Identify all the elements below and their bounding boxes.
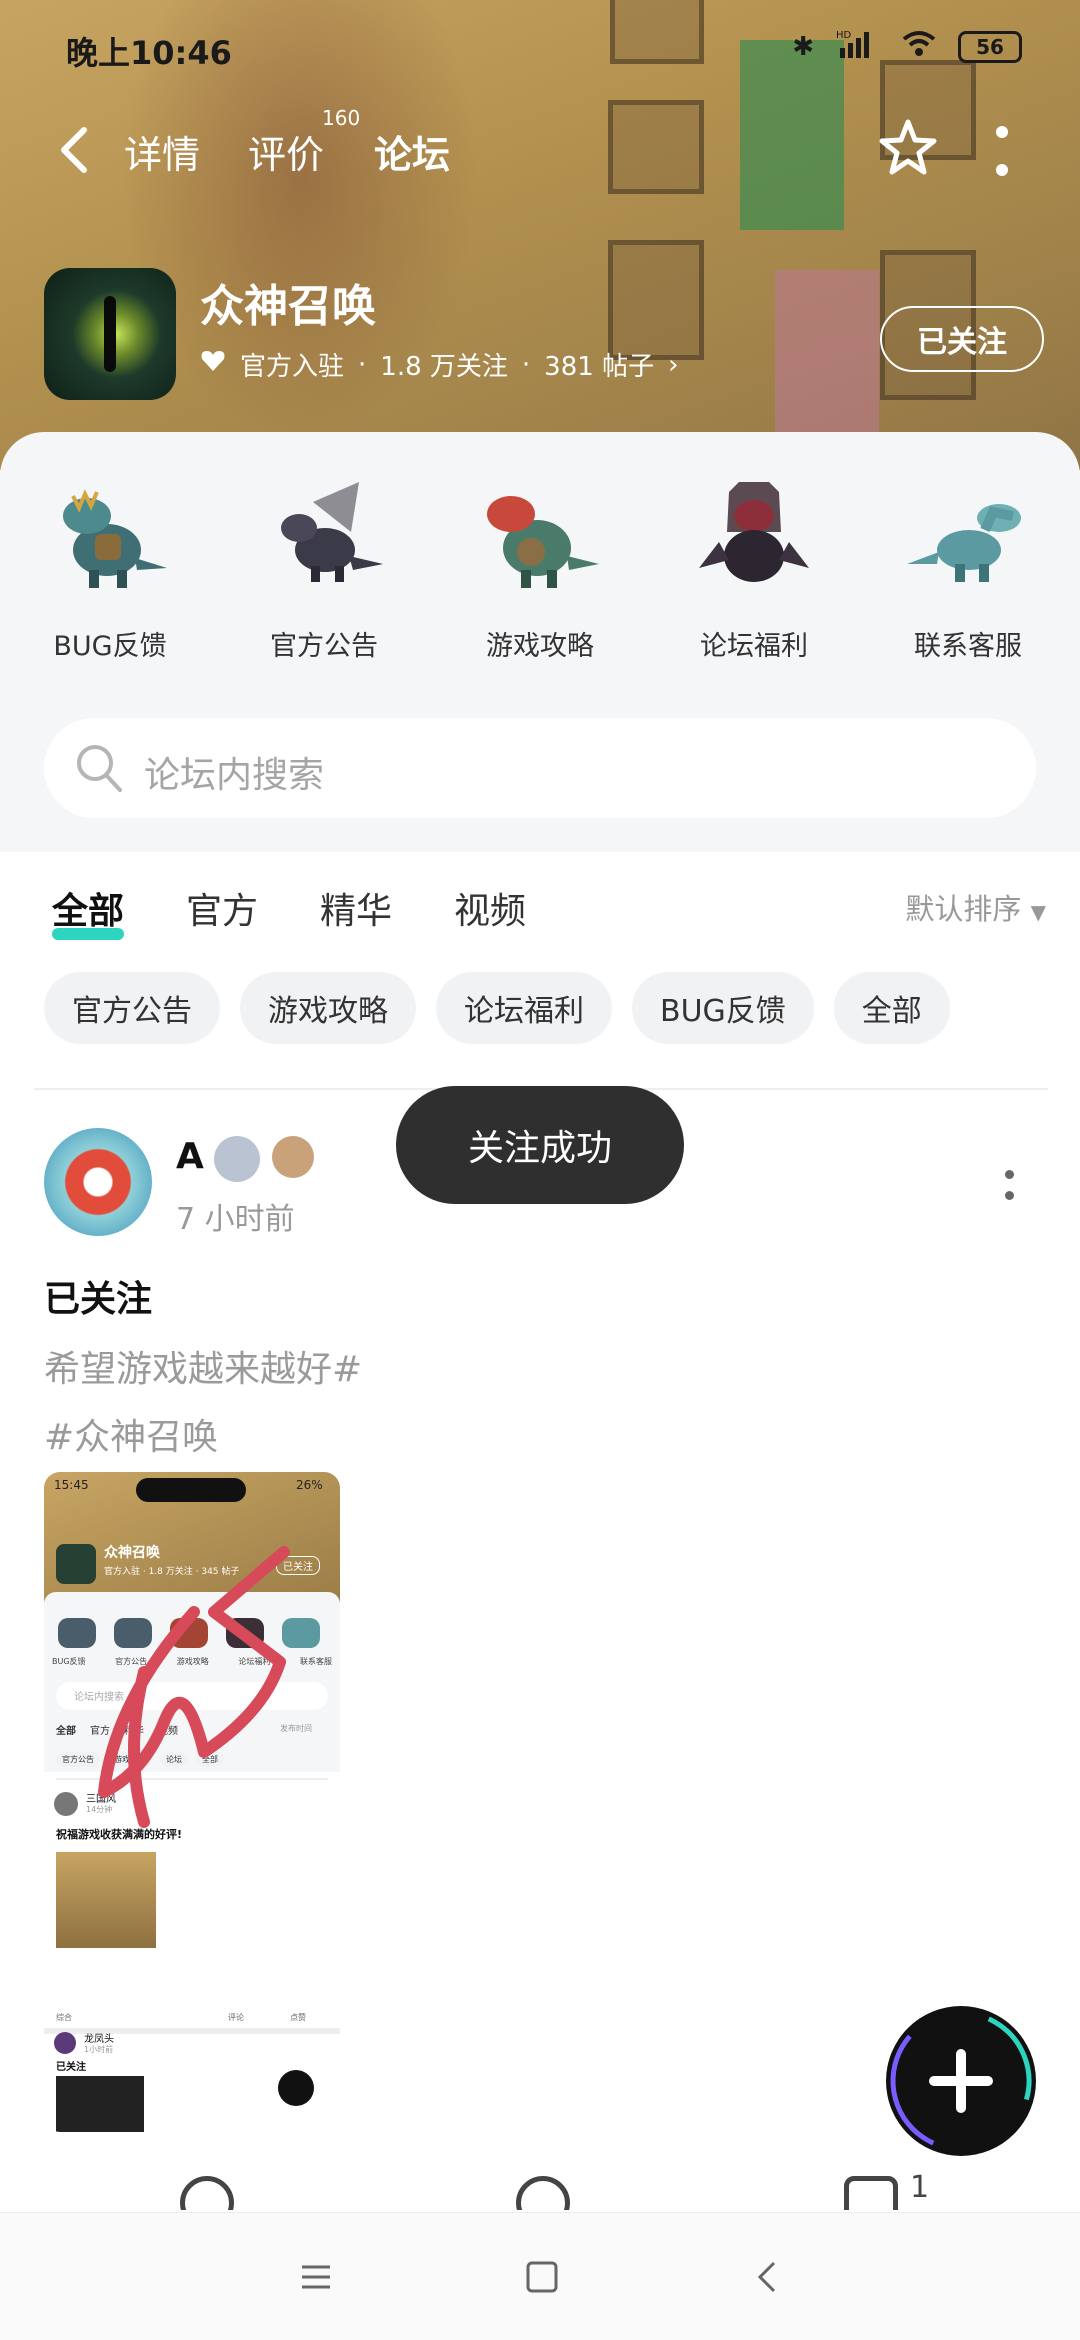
shortcut-announcements[interactable]: 官方公告 <box>244 472 404 663</box>
shortcut-label: 官方公告 <box>270 631 378 662</box>
post-body-line: 希望游戏越来越好# <box>44 1349 363 1390</box>
svg-text:HD: HD <box>836 30 852 41</box>
post-actions: 1 <box>0 2170 1080 2210</box>
game-name: 众神召唤 <box>200 281 376 332</box>
dino-bug-icon <box>45 472 175 602</box>
verified-heart-icon <box>200 349 226 380</box>
chip-all[interactable]: 全部 <box>833 972 950 1044</box>
tab-official[interactable]: 官方 <box>186 882 258 934</box>
followers-count: 1.8 万关注 <box>380 352 508 382</box>
posts-count: 381 帖子 <box>544 352 655 382</box>
top-nav: 详情 评价 160 论坛 <box>0 106 1080 190</box>
caret-down-icon: ▼ <box>1030 900 1046 924</box>
favorite-star-icon[interactable] <box>876 116 940 180</box>
game-info: 众神召唤 官方入驻 · 1.8 万关注 · 381 帖子 › 已关注 <box>44 268 1044 408</box>
tab-all[interactable]: 全部 <box>52 882 125 940</box>
system-navigation-bar <box>0 2212 1080 2340</box>
more-menu-icon[interactable] <box>990 126 1014 176</box>
search-icon <box>74 742 124 794</box>
bluetooth-icon: ✱ <box>792 31 814 62</box>
menu-icon[interactable] <box>296 2257 336 2297</box>
back-icon[interactable] <box>54 124 94 176</box>
forum-panel: BUG反馈 官方公告 游戏攻略 论坛福利 联系客服 论坛内搜索 <box>0 432 1080 852</box>
forum-search-bar[interactable]: 论坛内搜索 <box>44 718 1036 818</box>
meta-separator: · <box>358 349 367 380</box>
chip-bug-feedback[interactable]: BUG反馈 <box>632 972 814 1044</box>
shortcut-forum-benefits[interactable]: 论坛福利 <box>674 472 834 663</box>
dino-service-icon <box>903 472 1033 602</box>
tab-forum[interactable]: 论坛 <box>374 124 451 187</box>
home-icon[interactable] <box>522 2257 562 2297</box>
post-author-name[interactable]: A <box>176 1136 204 1177</box>
post-title[interactable]: 已关注 <box>44 1270 152 1322</box>
status-time: 晚上10:46 <box>66 34 232 72</box>
dino-guide-icon <box>475 472 605 602</box>
post-image-thumbnail[interactable]: 15:45 26% 众神召唤 官方入驻 · 1.8 万关注 · 345 帖子 已… <box>44 1472 340 2132</box>
shortcut-customer-service[interactable]: 联系客服 <box>888 472 1048 663</box>
shortcut-guides[interactable]: 游戏攻略 <box>460 472 620 663</box>
follow-success-toast: 关注成功 <box>396 1086 684 1204</box>
category-chips: 官方公告 游戏攻略 论坛福利 BUG反馈 全部 <box>44 972 950 1044</box>
follow-button[interactable]: 已关注 <box>880 306 1044 372</box>
tab-video[interactable]: 视频 <box>454 882 526 934</box>
chip-guides[interactable]: 游戏攻略 <box>240 972 416 1044</box>
post-hashtag[interactable]: #众神召唤 <box>44 1404 362 1472</box>
post-more-icon[interactable] <box>1002 1170 1016 1200</box>
sort-dropdown[interactable]: 默认排序 ▼ <box>905 886 1046 928</box>
like-count: 1 <box>910 2170 930 2205</box>
shortcut-label: 联系客服 <box>914 631 1022 662</box>
official-label: 官方入驻 <box>240 352 345 382</box>
status-icons: ✱ HD 56 <box>792 28 1022 65</box>
plus-icon <box>890 2010 1032 2152</box>
tab-reviews[interactable]: 评价 <box>248 124 324 179</box>
thumbs-up-icon[interactable] <box>844 2176 898 2210</box>
comment-icon[interactable] <box>516 2176 570 2210</box>
chevron-right-icon: › <box>668 349 679 380</box>
post-filter-tabs: 全部 官方 精华 视频 默认排序 ▼ <box>0 852 1080 962</box>
post-time: 7 小时前 <box>176 1202 295 1237</box>
level-badge-icon <box>214 1136 260 1182</box>
sort-label: 默认排序 <box>905 892 1022 926</box>
game-meta[interactable]: 官方入驻 · 1.8 万关注 · 381 帖子 › <box>200 346 678 383</box>
tab-featured[interactable]: 精华 <box>320 882 392 934</box>
dragon-announcement-icon <box>259 472 389 602</box>
system-back-icon[interactable] <box>748 2257 788 2297</box>
tab-details[interactable]: 详情 <box>124 124 200 179</box>
post-author-avatar[interactable] <box>44 1128 152 1236</box>
review-count: 160 <box>322 106 361 130</box>
search-input[interactable]: 论坛内搜索 <box>144 746 324 798</box>
character-badge-icon <box>272 1136 314 1178</box>
knight-benefit-icon <box>689 472 819 602</box>
status-bar: 晚上10:46 ✱ HD 56 <box>0 0 1080 100</box>
game-logo[interactable] <box>44 268 176 400</box>
create-post-button[interactable] <box>886 2006 1036 2156</box>
shortcut-label: 游戏攻略 <box>486 631 594 662</box>
meta-separator: · <box>521 349 531 380</box>
chip-announcements[interactable]: 官方公告 <box>44 972 220 1044</box>
shortcut-bug-feedback[interactable]: BUG反馈 <box>30 472 190 663</box>
red-scribble-annotation <box>98 1546 290 1828</box>
post-body[interactable]: 希望游戏越来越好# #众神召唤 <box>44 1336 362 1472</box>
signal-icon: HD <box>836 28 880 65</box>
chip-benefits[interactable]: 论坛福利 <box>436 972 612 1044</box>
shortcut-label: 论坛福利 <box>700 631 808 662</box>
shortcut-label: BUG反馈 <box>53 631 167 662</box>
share-icon[interactable] <box>180 2176 234 2210</box>
wifi-icon <box>902 29 936 64</box>
battery-icon: 56 <box>958 30 1022 63</box>
